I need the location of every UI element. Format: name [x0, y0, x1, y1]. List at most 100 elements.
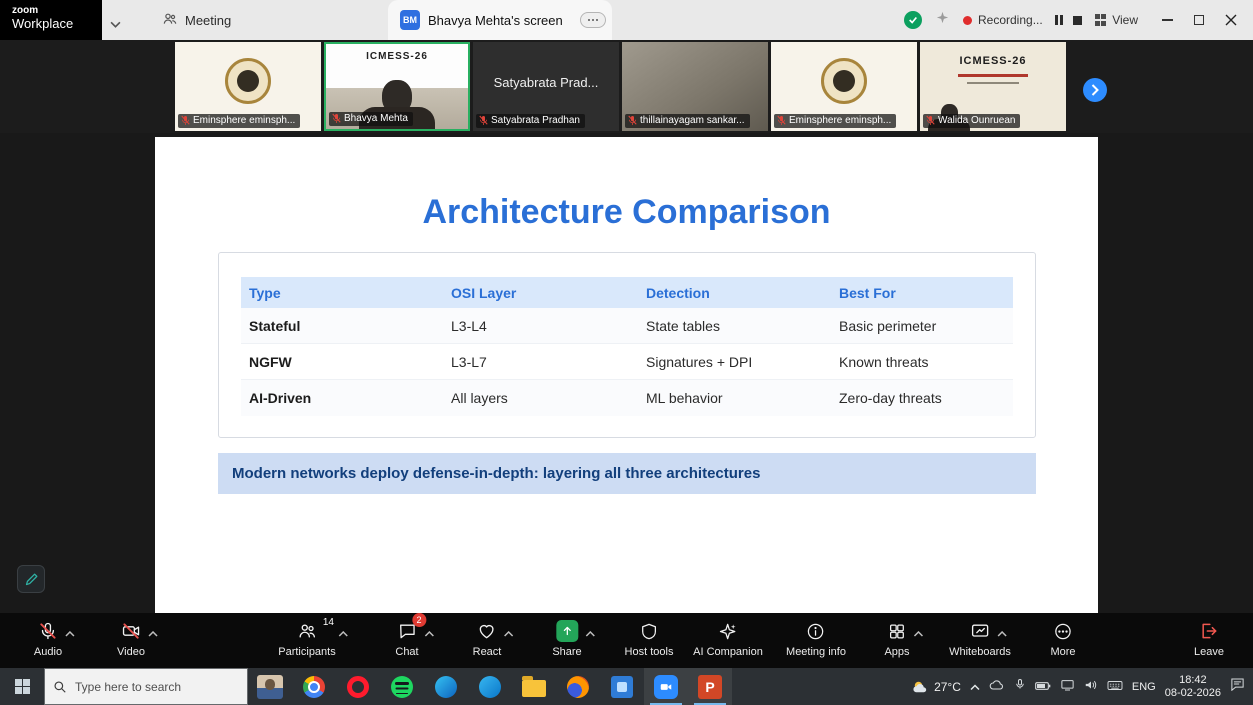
participants-options-chevron-icon[interactable]	[338, 624, 348, 642]
participant-name-tag: Bhavya Mehta	[329, 112, 413, 126]
next-participants-button[interactable]	[1083, 78, 1107, 102]
mic-tray-icon[interactable]	[1014, 677, 1026, 696]
audio-button[interactable]: Audio	[34, 620, 75, 658]
participant-name-tag: Walida Ounruean	[923, 114, 1021, 128]
react-options-chevron-icon[interactable]	[504, 624, 514, 642]
spotify-icon[interactable]	[380, 668, 424, 705]
zoom-workplace-window: zoom Workplace Meeting BM Bhavya Mehta's…	[0, 0, 1253, 705]
muted-mic-icon	[479, 115, 488, 125]
ai-sparkle-icon	[720, 623, 736, 639]
taskbar-clock[interactable]: 18:42 08-02-2026	[1165, 674, 1221, 700]
photos-icon[interactable]	[600, 668, 644, 705]
ai-sparkle-icon[interactable]	[935, 10, 950, 30]
app-brand: zoom Workplace	[0, 0, 102, 40]
brand-chevron-down-icon[interactable]	[110, 15, 121, 33]
windows-taskbar: P 27°C ENG 18:42 08-02-2026	[0, 668, 1253, 705]
whiteboard-icon	[971, 624, 989, 637]
muted-mic-icon	[332, 113, 341, 123]
apps-options-chevron-icon[interactable]	[913, 624, 924, 642]
edge-icon[interactable]	[424, 668, 468, 705]
workplace-label: Workplace	[12, 15, 74, 31]
weather-widget[interactable]: 27°C	[911, 679, 961, 695]
view-button[interactable]: View	[1094, 13, 1138, 27]
tab-meeting[interactable]: Meeting	[152, 0, 241, 40]
participant-thumbnail[interactable]: Eminsphere eminsph...	[175, 42, 321, 131]
meeting-info-button[interactable]: Meeting info	[786, 620, 846, 658]
taskbar-search[interactable]	[44, 668, 248, 705]
close-button[interactable]	[1215, 0, 1247, 40]
file-explorer-icon[interactable]	[512, 668, 556, 705]
title-bar: zoom Workplace Meeting BM Bhavya Mehta's…	[0, 0, 1253, 40]
windows-logo-icon	[14, 679, 30, 694]
participant-thumbnail[interactable]: Satyabrata Prad... Satyabrata Pradhan	[473, 42, 619, 131]
chrome-icon[interactable]	[292, 668, 336, 705]
tab-shared-screen[interactable]: BM Bhavya Mehta's screen	[388, 0, 612, 40]
opera-icon[interactable]	[336, 668, 380, 705]
battery-icon[interactable]	[1035, 678, 1051, 696]
participant-thumbnail[interactable]: Eminsphere eminsph...	[771, 42, 917, 131]
muted-mic-icon	[628, 115, 637, 125]
network-icon[interactable]	[1060, 678, 1075, 696]
tray-chevron-up-icon[interactable]	[970, 678, 980, 696]
firefox-icon[interactable]	[556, 668, 600, 705]
audio-options-chevron-icon[interactable]	[65, 624, 75, 642]
volume-icon[interactable]	[1084, 678, 1098, 696]
language-indicator[interactable]: ENG	[1132, 681, 1156, 693]
slide-title: Architecture Comparison	[422, 193, 831, 231]
participants-button[interactable]: 14 Participants	[278, 617, 348, 658]
shared-screen-stage: Architecture Comparison Type OSI Layer D…	[0, 133, 1253, 613]
participant-thumbnail-active-speaker[interactable]: ICMESS-26 Bhavya Mehta	[324, 42, 470, 131]
maximize-button[interactable]	[1183, 0, 1215, 40]
grid-view-icon	[1094, 14, 1107, 26]
powerpoint-icon[interactable]: P	[688, 668, 732, 705]
react-button[interactable]: React	[473, 620, 514, 658]
keyboard-icon[interactable]	[1107, 678, 1123, 696]
participant-thumbnail[interactable]: ICMESS-26 Walida Ounruean	[920, 42, 1066, 131]
temperature-label: 27°C	[934, 679, 961, 694]
stop-recording-button[interactable]	[1072, 15, 1082, 25]
chat-button[interactable]: 2 Chat	[395, 613, 434, 658]
participants-icon	[299, 624, 315, 638]
more-button[interactable]: More	[1050, 620, 1076, 658]
muted-mic-icon	[777, 115, 786, 125]
skype-icon[interactable]	[468, 668, 512, 705]
action-center-icon[interactable]	[1230, 677, 1245, 696]
share-options-chevron-icon[interactable]	[585, 624, 595, 642]
camera-off-icon	[122, 623, 140, 639]
annotation-toolbar-button[interactable]	[17, 565, 45, 593]
presenter-thumbnail-icon[interactable]	[248, 668, 292, 705]
minimize-button[interactable]	[1151, 0, 1183, 40]
tab-more-button[interactable]	[580, 12, 606, 28]
eminsphere-logo-icon	[225, 58, 271, 105]
pause-recording-button[interactable]	[1054, 15, 1063, 25]
whiteboards-button[interactable]: Whiteboards	[949, 620, 1011, 658]
apps-button[interactable]: Apps	[884, 620, 924, 658]
shield-icon	[642, 623, 656, 639]
heart-icon	[480, 625, 494, 639]
participant-name-tag: Eminsphere eminsph...	[178, 114, 301, 128]
share-button[interactable]: Share	[552, 620, 595, 658]
conference-banner-text: ICMESS-26	[959, 55, 1027, 67]
share-screen-icon	[555, 620, 578, 642]
eminsphere-logo-icon	[821, 58, 867, 105]
zoom-app-icon[interactable]	[644, 668, 688, 705]
ai-companion-button[interactable]: AI Companion	[693, 620, 763, 658]
cloud-tray-icon[interactable]	[989, 678, 1005, 696]
recording-dot-icon	[963, 15, 972, 25]
participant-thumbnail[interactable]: thillainayagam sankar...	[622, 42, 768, 131]
security-shield-icon[interactable]	[904, 11, 922, 29]
leave-icon	[1202, 623, 1217, 639]
chat-options-chevron-icon[interactable]	[424, 624, 434, 642]
mic-muted-icon	[40, 622, 56, 640]
system-tray: 27°C ENG 18:42 08-02-2026	[911, 668, 1253, 705]
video-options-chevron-icon[interactable]	[148, 624, 158, 642]
leave-button[interactable]: Leave	[1194, 620, 1224, 658]
participant-name-tag: Satyabrata Pradhan	[476, 114, 585, 128]
start-button[interactable]	[0, 668, 44, 705]
whiteboards-options-chevron-icon[interactable]	[997, 624, 1007, 642]
pencil-icon	[25, 573, 37, 585]
search-input[interactable]	[75, 679, 225, 694]
table-row: NGFW L3-L7 Signatures + DPI Known threat…	[241, 344, 1013, 380]
host-tools-button[interactable]: Host tools	[625, 620, 673, 658]
video-button[interactable]: Video	[117, 620, 158, 658]
